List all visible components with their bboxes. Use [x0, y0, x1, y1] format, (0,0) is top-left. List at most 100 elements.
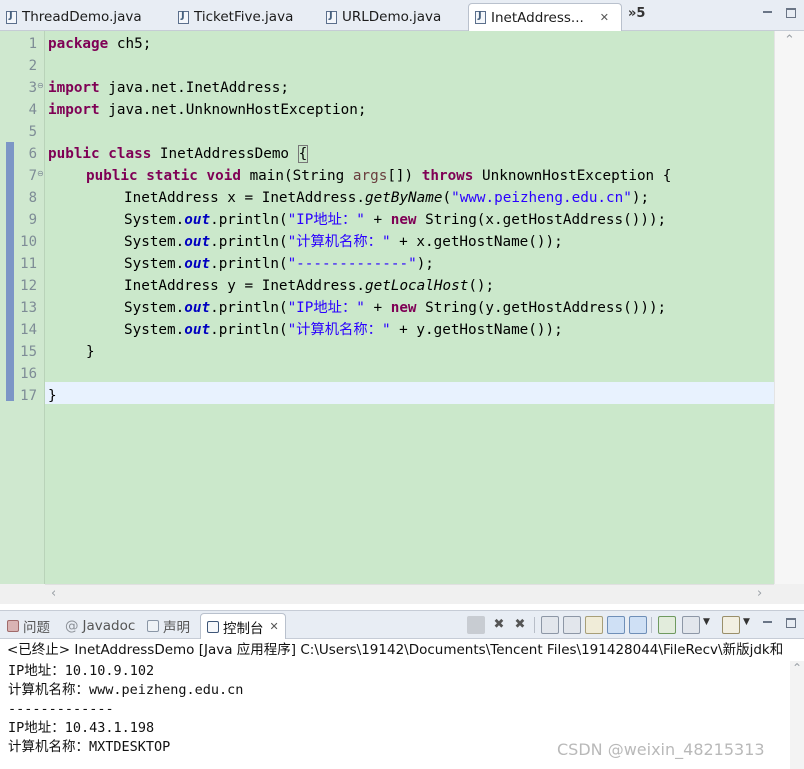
chevron-down-icon[interactable]: ▼ — [703, 617, 710, 627]
code-line-13: System.out.println("IP地址：" + new String(… — [124, 300, 667, 316]
scroll-up-icon[interactable]: ⌃ — [784, 33, 795, 48]
code-text-area[interactable]: package ch5; import java.net.InetAddress… — [45, 31, 774, 584]
pin-console-icon[interactable] — [658, 616, 676, 634]
show-on-stderr-icon[interactable] — [629, 616, 647, 634]
open-console-icon[interactable] — [722, 616, 740, 634]
line-number: 9 — [28, 212, 37, 228]
code-line-6: public class InetAddressDemo { — [48, 145, 309, 163]
tab-label: ThreadDemo.java — [22, 9, 142, 25]
line-number: 8 — [28, 190, 37, 206]
display-selected-console-icon[interactable] — [682, 616, 700, 634]
line-number: 4 — [28, 102, 37, 118]
show-on-stdout-icon[interactable] — [607, 616, 625, 634]
console-output-line: IP地址：10.10.9.102 — [8, 663, 155, 679]
current-line-highlight — [45, 382, 774, 404]
line-number: 15 — [20, 344, 37, 360]
line-number: 14 — [20, 322, 37, 338]
maximize-icon[interactable] — [784, 6, 798, 20]
tab-label: 声明 — [163, 620, 190, 636]
tab-console[interactable]: 控制台 ✕ — [200, 613, 286, 639]
line-number: 12 — [20, 278, 37, 294]
tab-threaddemo[interactable]: ThreadDemo.java — [6, 3, 142, 31]
declaration-icon — [147, 620, 159, 632]
minimize-icon[interactable] — [761, 6, 775, 20]
watermark: CSDN @weixin_48215313 — [557, 740, 765, 759]
code-line-8: InetAddress x = InetAddress.getByName("w… — [124, 190, 650, 206]
code-line-9: System.out.println("IP地址：" + new String(… — [124, 212, 667, 228]
console-output-line: IP地址：10.43.1.198 — [8, 720, 155, 736]
close-tab-icon[interactable]: ✕ — [600, 11, 609, 24]
chevron-down-icon[interactable]: ▼ — [743, 617, 750, 627]
fold-collapse-icon[interactable]: ⊖ — [37, 81, 44, 90]
tab-overflow-button[interactable]: »5 — [628, 6, 645, 21]
line-number: 5 — [28, 124, 37, 140]
console-view-tab-bar: 问题 @ Javadoc 声明 控制台 ✕ ✖ ✖ ▼ ▼ — [0, 610, 804, 639]
tab-inetaddressdemo[interactable]: InetAddress... ✕ — [468, 3, 622, 31]
console-icon — [207, 620, 219, 633]
remove-all-terminated-icon[interactable]: ✖ — [511, 616, 529, 634]
code-line-12: InetAddress y = InetAddress.getLocalHost… — [124, 278, 495, 294]
gutter-footer — [0, 584, 45, 604]
tab-label: TicketFive.java — [194, 9, 294, 25]
scroll-left-icon[interactable]: ‹ — [51, 586, 56, 601]
tab-urldemo[interactable]: URLDemo.java — [326, 3, 441, 31]
java-file-icon — [6, 10, 17, 24]
tab-problems[interactable]: 问题 — [7, 613, 50, 639]
console-output-line: ------------- — [8, 701, 114, 717]
tab-label: Javadoc — [82, 618, 136, 634]
word-wrap-icon[interactable] — [585, 616, 603, 634]
toolbar-separator — [651, 617, 652, 633]
tab-label: URLDemo.java — [342, 9, 442, 25]
code-line-11: System.out.println("-------------"); — [124, 256, 434, 272]
line-number: 16 — [20, 366, 37, 382]
editor-vertical-scrollbar[interactable]: ⌃ — [774, 31, 804, 584]
tab-label: InetAddress... — [491, 9, 584, 26]
remove-launch-icon[interactable]: ✖ — [490, 616, 508, 634]
code-line-17: } — [48, 388, 57, 404]
tab-ticketfive[interactable]: TicketFive.java — [178, 3, 293, 31]
scroll-right-icon[interactable]: › — [757, 586, 762, 601]
code-editor[interactable]: 1 2 3 ⊖ 4 5 6 7 ⊖ 8 9 10 11 12 13 14 15 … — [0, 31, 804, 604]
line-number: 10 — [20, 234, 37, 250]
scroll-corner — [774, 584, 804, 604]
tab-label: 控制台 — [223, 620, 264, 637]
code-line-4: import java.net.UnknownHostException; — [48, 102, 367, 118]
console-output-line: 计算机名称：MXTDESKTOP — [8, 739, 171, 755]
line-number: 3 — [28, 80, 37, 96]
tab-javadoc[interactable]: @ Javadoc — [65, 613, 135, 639]
at-sign-icon: @ — [65, 618, 79, 634]
code-line-3: import java.net.InetAddress; — [48, 80, 290, 96]
tab-declaration[interactable]: 声明 — [147, 613, 190, 639]
java-file-icon — [178, 10, 189, 24]
console-process-description: <已终止> InetAddressDemo [Java 应用程序] C:\Use… — [0, 639, 804, 661]
scroll-up-icon[interactable]: ⌃ — [792, 661, 802, 675]
terminate-icon[interactable] — [467, 616, 485, 634]
line-number-gutter: 1 2 3 ⊖ 4 5 6 7 ⊖ 8 9 10 11 12 13 14 15 … — [0, 31, 45, 584]
code-line-7: public static void main(String args[]) t… — [86, 168, 672, 184]
console-vertical-scrollbar[interactable]: ⌃ — [790, 661, 804, 769]
minimize-icon[interactable] — [761, 616, 775, 630]
maximize-icon[interactable] — [784, 616, 798, 630]
change-marker — [6, 142, 14, 401]
clear-console-icon[interactable] — [541, 616, 559, 634]
code-line-10: System.out.println("计算机名称：" + x.getHostN… — [124, 234, 563, 250]
editor-horizontal-scrollbar[interactable]: ‹ › — [45, 584, 774, 604]
editor-tab-bar: ThreadDemo.java TicketFive.java URLDemo.… — [0, 0, 804, 31]
line-number: 17 — [20, 388, 37, 404]
line-number: 6 — [28, 146, 37, 162]
line-number: 2 — [28, 58, 37, 74]
tab-label: 问题 — [23, 620, 50, 636]
line-number: 1 — [28, 36, 37, 52]
java-file-icon — [475, 10, 486, 24]
line-number: 13 — [20, 300, 37, 316]
toolbar-separator — [534, 617, 535, 633]
close-tab-icon[interactable]: ✕ — [270, 620, 279, 633]
code-line-14: System.out.println("计算机名称：" + y.getHostN… — [124, 322, 563, 338]
fold-collapse-icon[interactable]: ⊖ — [37, 169, 44, 178]
code-line-1: package ch5; — [48, 36, 152, 52]
problems-icon — [7, 620, 19, 632]
line-number: 7 — [28, 168, 37, 184]
console-output-line: 计算机名称：www.peizheng.edu.cn — [8, 682, 244, 698]
line-number: 11 — [20, 256, 37, 272]
scroll-lock-icon[interactable] — [563, 616, 581, 634]
